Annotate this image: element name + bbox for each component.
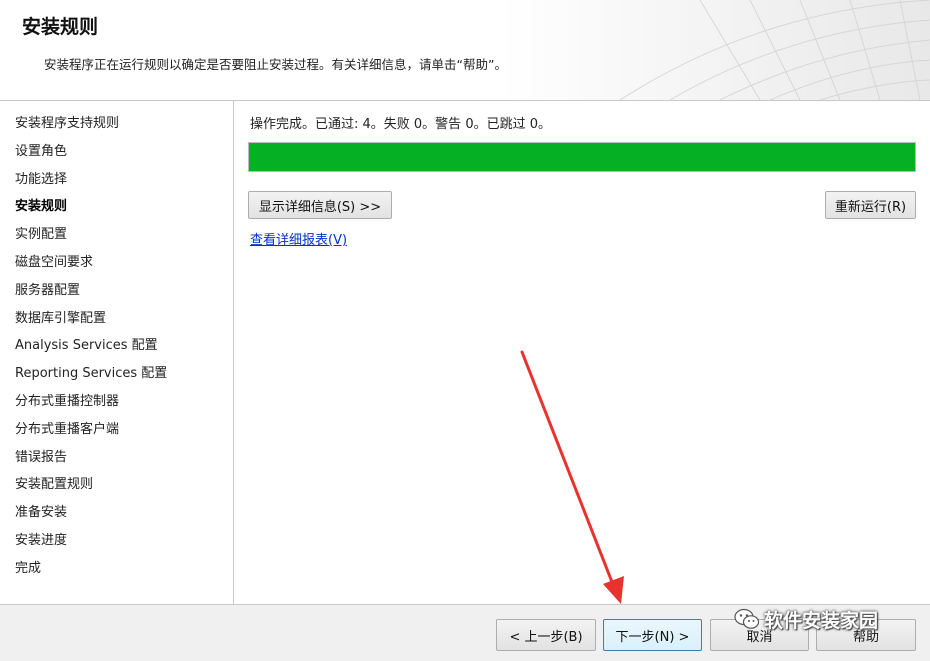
previous-button[interactable]: < 上一步(B) xyxy=(496,619,596,651)
main-panel: 操作完成。已通过: 4。失败 0。警告 0。已跳过 0。 显示详细信息(S) >… xyxy=(234,101,930,604)
page-header: 安装规则 安装程序正在运行规则以确定是否要阻止安装过程。有关详细信息，请单击“帮… xyxy=(0,0,930,101)
wizard-step-list: 安装程序支持规则 设置角色功能选择安装规则实例配置磁盘空间要求 服务器配置数据库引擎… xyxy=(0,101,233,586)
wizard-footer: < 上一步(B) 下一步(N) > 取消 帮助 xyxy=(0,604,930,661)
wizard-step-item: 功能选择 xyxy=(15,171,68,187)
help-button[interactable]: 帮助 xyxy=(816,619,916,651)
wizard-step-item: 服务器配置 xyxy=(15,282,81,298)
wizard-step-item: 准备安装 xyxy=(15,505,68,521)
show-details-button[interactable]: 显示详细信息(S) >> xyxy=(248,191,392,219)
wizard-step-item: 安装程序支持规则 xyxy=(15,116,120,131)
wizard-step-item: 安装规则 xyxy=(15,199,68,215)
operation-status-text: 操作完成。已通过: 4。失败 0。警告 0。已跳过 0。 xyxy=(250,117,551,132)
progress-bar-fill xyxy=(249,143,915,171)
next-button[interactable]: 下一步(N) > xyxy=(603,619,702,651)
wizard-step-item: 分布式重播客户端 xyxy=(15,421,120,437)
page-description: 安装程序正在运行规则以确定是否要阻止安装过程。有关详细信息，请单击“帮助”。 xyxy=(44,57,507,72)
wizard-step-item: 完成 xyxy=(15,560,42,576)
wizard-step-item: 实例配置 xyxy=(15,227,68,243)
cancel-button[interactable]: 取消 xyxy=(710,619,809,651)
wizard-step-item: 数据库引擎配置 xyxy=(15,310,107,326)
wizard-step-item: 安装配置规则 xyxy=(15,477,94,493)
wizard-step-item: Reporting Services 配置 xyxy=(15,366,168,382)
wizard-step-item: Analysis Services 配置 xyxy=(15,338,158,354)
rerun-button[interactable]: 重新运行(R) xyxy=(825,191,916,219)
wizard-steps-sidebar: 安装程序支持规则 设置角色功能选择安装规则实例配置磁盘空间要求 服务器配置数据库引擎… xyxy=(0,101,234,604)
header-decoration xyxy=(500,0,930,100)
wizard-step-item: 分布式重播控制器 xyxy=(15,393,120,409)
progress-bar xyxy=(248,142,916,172)
wizard-step-item: 错误报告 xyxy=(15,449,68,465)
wizard-step-item: 安装进度 xyxy=(15,532,68,548)
page-title: 安装规则 xyxy=(22,16,99,38)
wizard-step-item: 设置角色 xyxy=(15,143,68,159)
wizard-step-item: 磁盘空间要求 xyxy=(15,254,94,270)
view-detailed-report-link[interactable]: 查看详细报表(V) xyxy=(250,229,347,248)
